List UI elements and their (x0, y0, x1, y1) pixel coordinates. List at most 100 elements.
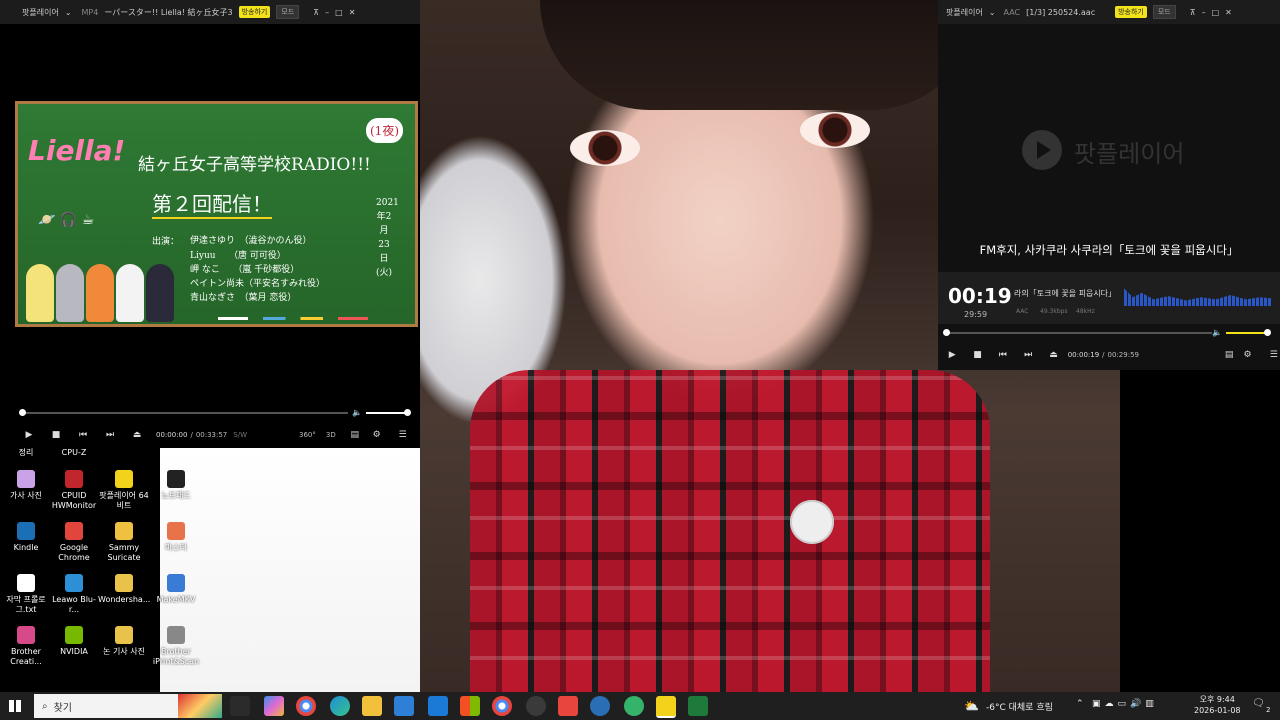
app-icon[interactable] (526, 696, 546, 716)
desktop-icon[interactable]: NVIDIA (48, 626, 100, 657)
broadcast-button[interactable]: 방송하기 (1115, 6, 1147, 18)
desktop-icon[interactable]: MakeMKV (150, 574, 202, 605)
desktop-icon-label: 자막 프롤로그.txt (6, 595, 46, 614)
volume-slider[interactable] (1226, 329, 1271, 336)
broadcast-button[interactable]: 방송하기 (238, 6, 271, 18)
store-icon[interactable] (394, 696, 414, 716)
desktop-icon[interactable]: Brother Creati... (0, 626, 52, 667)
desktop-background-right (1120, 370, 1280, 692)
desktop-icon-image (167, 626, 185, 644)
app-icon[interactable] (624, 696, 644, 716)
desktop-icon[interactable]: CPUID HWMonitor (48, 470, 100, 511)
maximize-icon[interactable]: □ (335, 8, 343, 17)
playlist-icon[interactable]: ▤ (348, 430, 362, 440)
decoder-label[interactable]: S/W (233, 431, 247, 439)
menu-icon[interactable]: ☰ (396, 430, 410, 440)
desktop-icon[interactable]: Leawo Blu-r... (48, 574, 100, 615)
stop-icon[interactable]: ■ (49, 430, 63, 440)
desktop-icon[interactable]: CPU-Z (48, 448, 100, 458)
settings-icon[interactable]: ⚙ (370, 430, 384, 440)
pin-icon[interactable]: ⊼ (313, 8, 319, 17)
desktop-icon[interactable]: 마스터 (150, 522, 202, 553)
potplayer-taskbar-icon[interactable] (656, 696, 676, 718)
desktop-icon-image (167, 470, 185, 488)
notification-icon[interactable]: 🗨 (1252, 698, 1265, 709)
eject-icon[interactable]: ⏏ (1047, 350, 1059, 360)
close-icon[interactable]: ✕ (349, 8, 356, 17)
desktop-icon[interactable]: 팟플레이어 64 비트 (98, 470, 150, 511)
chevron-down-icon[interactable]: ⌄ (989, 8, 996, 17)
app-icon[interactable] (688, 696, 708, 716)
track-title: FM후지, 사카쿠라 사쿠라의「토크에 꽃을 피웁시다」 (979, 243, 1239, 257)
app-icon[interactable] (460, 696, 480, 716)
chevron-down-icon[interactable]: ⌄ (65, 8, 72, 17)
next-icon[interactable]: ⏭ (103, 430, 117, 440)
playlist-icon[interactable]: ▤ (1223, 350, 1235, 360)
menu-icon[interactable]: ☰ (1268, 350, 1280, 360)
video-frame[interactable]: Liella! 結ヶ丘女子高等学校RADIO!!! (1夜) 第２回配信！ 20… (15, 101, 418, 327)
right-player-titlebar[interactable]: 팟플레이어 ⌄ AAC [1/3] 250524.aac 방송하기 모드 ⊼ –… (938, 0, 1280, 24)
copilot-icon[interactable] (264, 696, 284, 716)
windows-start-icon[interactable] (9, 700, 21, 712)
settings-icon[interactable]: ⚙ (1241, 350, 1253, 360)
clock[interactable]: 오후 9:44 2026-01-08 (1194, 694, 1241, 716)
eject-icon[interactable]: ⏏ (130, 430, 144, 440)
play-icon[interactable]: ▶ (22, 430, 36, 440)
desktop-icon[interactable]: 정리 (0, 448, 52, 458)
desktop-icon[interactable]: Brother iPrint&Scan (150, 626, 202, 667)
left-player-titlebar[interactable]: 팟플레이어 ⌄ MP4 ーパースター!! Liella! 結ヶ丘女子3 방송하기… (0, 0, 420, 24)
weather-icon[interactable]: ⛅ (964, 699, 979, 713)
app-name[interactable]: 팟플레이어 (946, 7, 983, 18)
minimize-icon[interactable]: – (325, 8, 329, 17)
mode-select[interactable]: 모드 (1152, 5, 1176, 19)
seek-handle[interactable] (19, 409, 26, 416)
vr-toggle[interactable]: 360° (299, 431, 316, 439)
left-player-window[interactable]: 팟플레이어 ⌄ MP4 ーパースター!! Liella! 結ヶ丘女子3 방송하기… (0, 0, 420, 448)
cast-line: 岬 なこ （嵐 千砂都役） (190, 265, 300, 275)
app-icon[interactable] (558, 696, 578, 716)
app-icon[interactable] (428, 696, 448, 716)
taskbar: ⌕ 찾기 ⛅ -6°C 대체로 흐림 ⌃ ▣☁▭🔊▥ 오후 9:44 2026-… (0, 692, 1280, 720)
minimize-icon[interactable]: – (1202, 8, 1206, 17)
chrome-icon[interactable] (492, 696, 512, 716)
seek-bar[interactable] (943, 329, 1212, 336)
task-view-icon[interactable] (230, 696, 250, 716)
play-icon[interactable]: ▶ (946, 350, 958, 360)
edge-icon[interactable] (330, 696, 350, 716)
codec-label: AAC (1016, 308, 1029, 315)
desktop-icon[interactable]: Wondersha... (98, 574, 150, 605)
mode-select[interactable]: 모드 (276, 5, 300, 19)
system-tray-icons[interactable]: ▣☁▭🔊▥ (1092, 699, 1158, 709)
seek-handle[interactable] (943, 329, 950, 336)
volume-icon[interactable]: 🔈 (352, 408, 362, 417)
volume-handle[interactable] (404, 409, 411, 416)
desktop-icon[interactable]: 자막 프롤로그.txt (0, 574, 52, 615)
desktop-icon[interactable]: Google Chrome (48, 522, 100, 563)
weather-text[interactable]: -6°C 대체로 흐림 (986, 700, 1053, 713)
maximize-icon[interactable]: □ (1212, 8, 1220, 17)
desktop-icon[interactable]: 가사 사진 (0, 470, 52, 501)
desktop-icon[interactable]: 논 기사 사진 (98, 626, 150, 657)
right-player-window[interactable]: 팟플레이어 ⌄ AAC [1/3] 250524.aac 방송하기 모드 ⊼ –… (938, 0, 1280, 370)
tray-expand-icon[interactable]: ⌃ (1076, 699, 1084, 709)
3d-toggle[interactable]: 3D (326, 431, 336, 439)
seek-bar[interactable] (19, 409, 348, 416)
desktop-icon[interactable]: Sammy Suricate (98, 522, 150, 563)
close-icon[interactable]: ✕ (1225, 8, 1232, 17)
volume-icon[interactable]: 🔈 (1212, 328, 1222, 337)
previous-icon[interactable]: ⏮ (997, 350, 1009, 360)
desktop-icon-label: Wondersha... (98, 595, 151, 604)
volume-slider[interactable] (366, 409, 411, 416)
app-name[interactable]: 팟플레이어 (22, 7, 59, 18)
search-box[interactable]: ⌕ 찾기 (34, 694, 222, 718)
stop-icon[interactable]: ■ (971, 350, 983, 360)
next-icon[interactable]: ⏭ (1022, 350, 1034, 360)
desktop-icon[interactable]: 노트패드 (150, 470, 202, 501)
pin-icon[interactable]: ⊼ (1190, 8, 1196, 17)
previous-icon[interactable]: ⏮ (76, 430, 90, 440)
desktop-icon[interactable]: Kindle (0, 522, 52, 553)
chrome-icon[interactable] (296, 696, 316, 716)
volume-handle[interactable] (1264, 329, 1271, 336)
file-explorer-icon[interactable] (362, 696, 382, 716)
app-icon[interactable] (590, 696, 610, 716)
